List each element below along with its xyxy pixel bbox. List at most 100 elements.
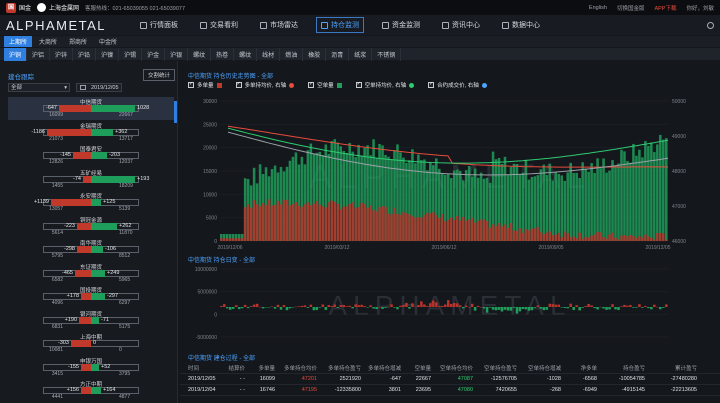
filter-select[interactable]: 全部 ▾ (8, 83, 70, 92)
nav-item[interactable]: 行情面板 (136, 17, 182, 33)
change-bar (366, 307, 369, 308)
language-link[interactable]: English (589, 5, 607, 11)
product-tab[interactable]: 沪锌 (50, 47, 74, 61)
table-cell: 2019/12/04 (188, 387, 216, 393)
column-header[interactable]: 多单持仓盈亏 (320, 364, 364, 372)
search-icon[interactable] (707, 21, 714, 29)
legend-contract-price[interactable]: 合约成交价, 右轴 (428, 81, 487, 89)
change-bar (554, 304, 558, 307)
short-bar (91, 222, 117, 230)
legend-long-avg[interactable]: 多单持均价, 右轴 (235, 81, 295, 89)
product-tab[interactable]: 沪锡 (119, 47, 143, 61)
broker-row[interactable]: 中信期货 -647 1028 16099 22667 (8, 97, 174, 120)
product-tab[interactable]: 不锈钢 (372, 47, 402, 61)
product-tab[interactable]: 沪铜 (4, 47, 28, 61)
broker-row[interactable]: 南华期货 -298 -106 5795 8512 (8, 238, 174, 261)
long-volume-bar (414, 217, 417, 241)
product-tab[interactable]: 螺纹 (188, 47, 212, 61)
broker-row[interactable]: 永安期货 +1139 +125 13057 5139 (8, 191, 174, 214)
nav-item[interactable]: 资金监测 (378, 17, 424, 33)
long-volume-bar (243, 207, 247, 241)
change-bar (351, 307, 354, 309)
column-header[interactable]: 累计盈亏 (648, 364, 700, 372)
column-header[interactable]: 空单持仓均价 (434, 364, 476, 372)
exchange-tab[interactable]: 大商所 (34, 36, 62, 47)
table-row[interactable]: 2019/12/04 - - 16746 47195 -12335800 3801 2369… (180, 385, 720, 396)
exchange-tab[interactable]: 郑商所 (64, 36, 92, 47)
nav-item[interactable]: 交易看利 (196, 17, 242, 33)
broker-row[interactable]: 五矿经易 -74 +193 1455 18209 (8, 168, 174, 191)
product-tab[interactable]: 沪铝 (27, 47, 51, 61)
product-tab[interactable]: 线材 (257, 47, 281, 61)
long-volume-bar (509, 223, 513, 241)
legend-long-volume[interactable]: 多单量 (188, 81, 222, 89)
long-volume-bar (351, 202, 354, 241)
broker-row[interactable]: 国投期货 +178 -297 4096 6297 (8, 285, 174, 308)
broker-row[interactable]: 金瑞期货 -1186 +362 21073 13717 (8, 121, 174, 144)
long-volume-bar (234, 238, 238, 241)
long-bar (71, 340, 91, 347)
date-picker[interactable]: 2019/12/05 (76, 83, 122, 92)
product-tab[interactable]: 燃油 (280, 47, 304, 61)
product-tab[interactable]: 橡胶 (303, 47, 327, 61)
long-volume-bar (423, 215, 426, 241)
nav-item[interactable]: 资讯中心 (438, 17, 484, 33)
broker-row[interactable]: 东证期货 -465 +249 6582 5965 (8, 262, 174, 285)
long-volume-bar (396, 213, 399, 241)
long-volume-bar (449, 217, 453, 241)
broker-row[interactable]: 银河期货 +190 -71 6831 5175 (8, 309, 174, 332)
broker-row[interactable]: 申银万国 -155 +52 3415 3795 (8, 356, 174, 379)
delivery-stats-button[interactable]: 交割统计 (143, 69, 176, 81)
scrollbar[interactable] (174, 101, 177, 123)
change-bar (650, 307, 653, 310)
product-tab[interactable]: 沪镍 (96, 47, 120, 61)
legend-short-avg[interactable]: 空单持均价, 右轴 (355, 81, 415, 89)
short-volume-bar (653, 152, 656, 241)
column-header[interactable]: 持仓盈亏 (600, 364, 648, 372)
brand-logo[interactable]: ALPHAMETAL (6, 18, 106, 33)
partner-logo[interactable]: 上海金属网 (37, 3, 79, 12)
broker-row[interactable]: 方正中期 +156 +164 4441 4877 (8, 379, 174, 402)
position-history-chart[interactable]: ALPHAMETAL300002500020000150001000050000… (180, 93, 720, 253)
table-row[interactable]: 2019/12/05 - - 16099 47201 2521920 -647 22667 4… (180, 374, 720, 385)
long-volume-bar (599, 232, 602, 241)
change-bar (375, 307, 378, 310)
product-tab[interactable]: 沥青 (326, 47, 350, 61)
product-tab[interactable]: 螺纹 (234, 47, 258, 61)
short-total: 5965 (119, 276, 131, 283)
nav-item[interactable]: 数据中心 (498, 17, 544, 33)
column-header[interactable]: 时间 (180, 364, 220, 372)
product-tab[interactable]: 纸浆 (349, 47, 373, 61)
column-header[interactable]: 多单持仓增减 (364, 364, 404, 372)
product-tab[interactable]: 沪银 (165, 47, 189, 61)
column-header[interactable]: 净多单 (564, 364, 600, 372)
column-header[interactable]: 多单量 (248, 364, 278, 372)
column-header[interactable]: 空单量 (404, 364, 434, 372)
nav-item[interactable]: 市场雷达 (256, 17, 302, 33)
broker-row[interactable]: 上海中期 -303 0 10081 0 (8, 332, 174, 355)
change-bar (285, 307, 289, 311)
position-change-chart[interactable]: ALPHAMETAL1000000050000000-5000000 (180, 263, 720, 343)
column-header[interactable]: 结算价 (220, 364, 248, 372)
app-download-link[interactable]: APP下载 (654, 4, 676, 12)
exchange-tab[interactable]: 中金所 (94, 36, 122, 47)
broker-row[interactable]: 国泰君安 -145 -203 12826 12037 (8, 144, 174, 167)
column-header[interactable]: 多单持仓均价 (278, 364, 320, 372)
broker-row[interactable]: 铜冠金源 -223 +262 5614 11870 (8, 215, 174, 238)
long-volume-bar (432, 212, 435, 241)
nav-item[interactable]: 持仓监测 (316, 17, 365, 33)
change-bar (300, 305, 304, 307)
product-tab[interactable]: 热卷 (211, 47, 235, 61)
product-tab[interactable]: 沪金 (142, 47, 166, 61)
product-tab[interactable]: 沪铅 (73, 47, 97, 61)
exchange-tab[interactable]: 上期所 (4, 36, 33, 47)
column-header[interactable]: 空单持仓盈亏 (476, 364, 520, 372)
switch-site-link[interactable]: 切换国金版 (617, 4, 645, 12)
guojin-logo[interactable]: 国 国金 (6, 2, 31, 13)
change-bar (635, 307, 638, 308)
long-volume-bar (390, 214, 393, 241)
user-menu[interactable]: 你好，刘敏 (686, 4, 714, 12)
legend-short-volume[interactable]: 空单量 (308, 81, 342, 89)
long-volume-bar (548, 231, 552, 241)
column-header[interactable]: 空单持仓增减 (520, 364, 564, 372)
